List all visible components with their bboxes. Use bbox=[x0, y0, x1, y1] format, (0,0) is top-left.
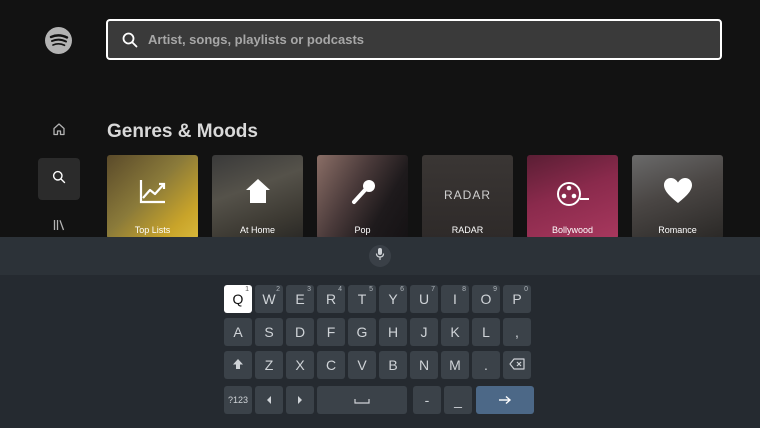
key-a[interactable]: A bbox=[224, 318, 252, 346]
key-x[interactable]: X bbox=[286, 351, 314, 379]
radar-title: RADAR bbox=[443, 188, 491, 202]
trending-up-icon bbox=[107, 177, 198, 205]
key-f[interactable]: F bbox=[317, 318, 345, 346]
key-i[interactable]: I8 bbox=[441, 285, 469, 313]
key-j[interactable]: J bbox=[410, 318, 438, 346]
key-b[interactable]: B bbox=[379, 351, 407, 379]
section-title: Genres & Moods bbox=[107, 121, 258, 142]
key-t[interactable]: T5 bbox=[348, 285, 376, 313]
key-v[interactable]: V bbox=[348, 351, 376, 379]
genre-label: Top Lists bbox=[134, 225, 171, 235]
genre-label: At Home bbox=[239, 225, 275, 235]
genre-label: Romance bbox=[658, 225, 697, 235]
key-u[interactable]: U7 bbox=[410, 285, 438, 313]
key-dash[interactable]: - bbox=[413, 386, 441, 414]
key-n[interactable]: N bbox=[410, 351, 438, 379]
heart-icon bbox=[632, 177, 723, 205]
key-e[interactable]: E3 bbox=[286, 285, 314, 313]
search-bar[interactable] bbox=[106, 19, 722, 60]
shift-key[interactable] bbox=[224, 351, 252, 379]
key-y[interactable]: Y6 bbox=[379, 285, 407, 313]
house-icon bbox=[212, 177, 303, 205]
search-icon bbox=[52, 170, 66, 189]
key-h[interactable]: H bbox=[379, 318, 407, 346]
cursor-right-key[interactable] bbox=[286, 386, 314, 414]
key-k[interactable]: K bbox=[441, 318, 469, 346]
key-period[interactable]: . bbox=[472, 351, 500, 379]
key-c[interactable]: C bbox=[317, 351, 345, 379]
spotify-logo bbox=[45, 27, 72, 54]
sidebar-item-home[interactable] bbox=[38, 110, 80, 152]
key-o[interactable]: O9 bbox=[472, 285, 500, 313]
key-z[interactable]: Z bbox=[255, 351, 283, 379]
enter-key[interactable] bbox=[476, 386, 534, 414]
backspace-icon bbox=[509, 357, 525, 373]
genre-label: Pop bbox=[354, 225, 371, 235]
genre-tile-at-home[interactable]: At Home bbox=[212, 155, 303, 239]
genre-label: Bollywood bbox=[551, 225, 594, 235]
genre-tile-romance[interactable]: Romance bbox=[632, 155, 723, 239]
genre-label: RADAR bbox=[451, 225, 484, 235]
key-underscore[interactable]: _ bbox=[444, 386, 472, 414]
genre-tile-pop[interactable]: Pop bbox=[317, 155, 408, 239]
key-r[interactable]: R4 bbox=[317, 285, 345, 313]
genre-tile-top-lists[interactable]: Top Lists bbox=[107, 155, 198, 239]
symbols-key[interactable]: ?123 bbox=[224, 386, 252, 414]
genre-tile-bollywood[interactable]: Bollywood bbox=[527, 155, 618, 239]
home-icon bbox=[52, 122, 66, 141]
on-screen-keyboard: Q1 W2 E3 R4 T5 Y6 U7 I8 O9 P0 A S D F G … bbox=[0, 237, 760, 428]
space-key[interactable] bbox=[317, 386, 407, 414]
key-p[interactable]: P0 bbox=[503, 285, 531, 313]
cursor-left-key[interactable] bbox=[255, 386, 283, 414]
search-icon bbox=[120, 30, 140, 50]
key-l[interactable]: L bbox=[472, 318, 500, 346]
microphone-icon bbox=[317, 177, 408, 207]
search-input[interactable] bbox=[148, 32, 720, 47]
key-comma[interactable]: , bbox=[503, 318, 531, 346]
voice-input-button[interactable] bbox=[369, 245, 391, 267]
space-icon bbox=[354, 392, 370, 408]
shift-icon bbox=[232, 357, 244, 373]
key-g[interactable]: G bbox=[348, 318, 376, 346]
key-d[interactable]: D bbox=[286, 318, 314, 346]
microphone-icon bbox=[375, 247, 385, 266]
library-icon bbox=[52, 218, 66, 237]
key-m[interactable]: M bbox=[441, 351, 469, 379]
arrow-left-icon bbox=[265, 392, 273, 408]
arrow-right-icon bbox=[498, 392, 512, 408]
sidebar-item-search[interactable] bbox=[38, 158, 80, 200]
key-q[interactable]: Q1 bbox=[224, 285, 252, 313]
genre-tile-radar[interactable]: RADAR RADAR bbox=[422, 155, 513, 239]
backspace-key[interactable] bbox=[503, 351, 531, 379]
film-reel-icon bbox=[527, 181, 618, 207]
genres-row: Top Lists At Home Pop RADAR RADAR Bollyw… bbox=[107, 155, 723, 239]
key-s[interactable]: S bbox=[255, 318, 283, 346]
key-w[interactable]: W2 bbox=[255, 285, 283, 313]
arrow-right-icon bbox=[296, 392, 304, 408]
